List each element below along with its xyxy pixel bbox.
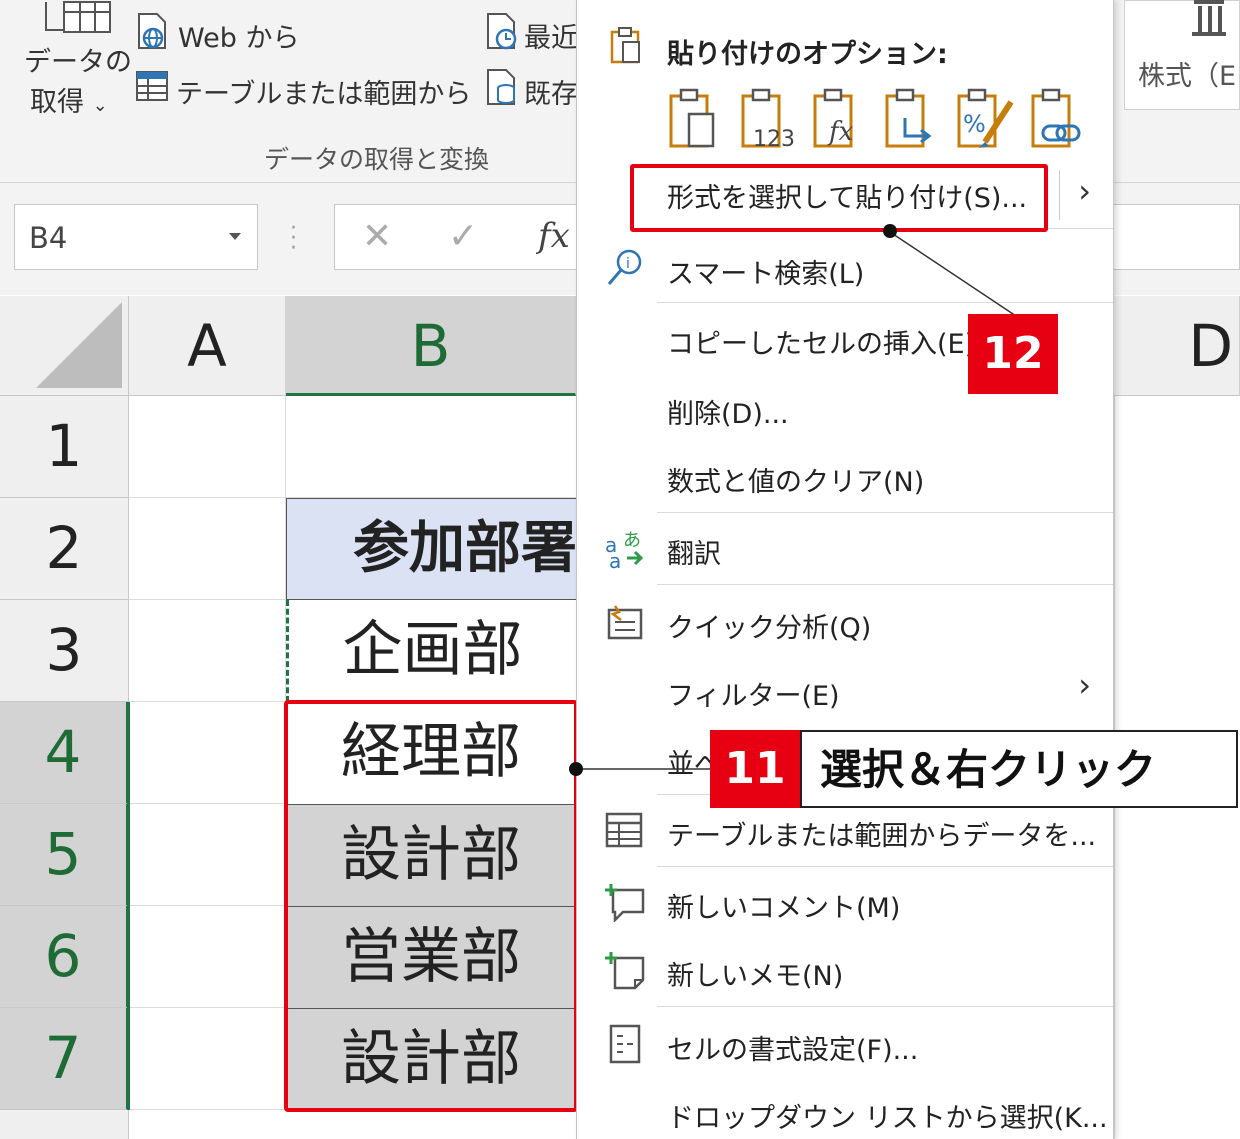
- step-11-badge: 11: [710, 730, 800, 808]
- step-12-badge: 12: [968, 314, 1058, 394]
- callout-12-leader: [569, 224, 1017, 776]
- step-11-callout-text: 選択＆右クリック: [800, 730, 1238, 808]
